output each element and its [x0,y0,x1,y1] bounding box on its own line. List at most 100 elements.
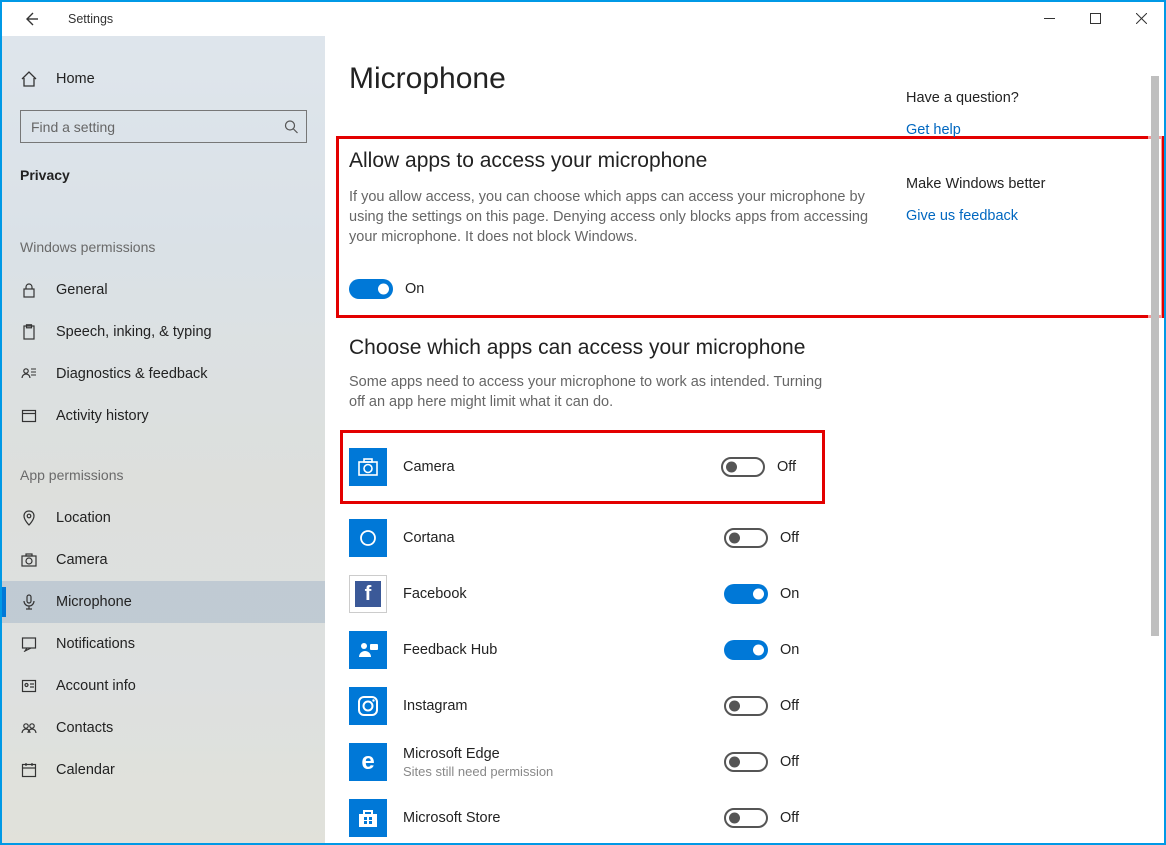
title-bar: Settings [2,2,1164,36]
sidebar-item-notifications[interactable]: Notifications [2,623,325,665]
app-row-store: Microsoft Store Off [349,790,819,843]
app-toggle-feedbackhub[interactable] [724,640,768,660]
sidebar-item-label: Contacts [56,720,113,736]
lock-icon [20,282,38,298]
sidebar-item-camera[interactable]: Camera [2,539,325,581]
app-name: Camera [403,459,721,475]
sidebar-item-diagnostics[interactable]: Diagnostics & feedback [2,353,325,395]
clipboard-icon [20,324,38,340]
app-toggle-facebook[interactable] [724,584,768,604]
app-list: Camera Off Cortana Off [349,430,819,843]
app-toggle-store[interactable] [724,808,768,828]
rail-question-title: Have a question? [906,90,1136,106]
app-name: Cortana [403,530,724,546]
app-toggle-state: Off [777,459,796,475]
app-toggle-camera[interactable] [721,457,765,477]
app-toggle-instagram[interactable] [724,696,768,716]
microphone-icon [20,594,38,610]
category-label: Privacy [2,163,325,187]
home-nav[interactable]: Home [2,62,325,96]
store-app-icon [349,799,387,837]
sidebar-item-label: General [56,282,108,298]
calendar-icon [20,762,38,778]
highlight-camera-row: Camera Off [340,430,825,504]
cortana-app-icon [349,519,387,557]
scrollbar-thumb[interactable] [1151,76,1159,636]
app-row-facebook: f Facebook On [349,566,819,622]
sidebar-item-label: Notifications [56,636,135,652]
sidebar-item-account[interactable]: Account info [2,665,325,707]
scrollbar-track[interactable] [1148,38,1162,841]
search-input[interactable] [20,110,307,143]
app-subtext: Sites still need permission [403,764,724,779]
app-row-cortana: Cortana Off [349,510,819,566]
sidebar-item-label: Diagnostics & feedback [56,366,208,382]
give-feedback-link[interactable]: Give us feedback [906,208,1136,224]
allow-access-toggle-state: On [405,281,424,297]
feedback-icon [20,366,38,382]
sidebar-item-general[interactable]: General [2,269,325,311]
close-button[interactable] [1118,2,1164,34]
sidebar-item-location[interactable]: Location [2,497,325,539]
allow-access-toggle[interactable] [349,279,393,299]
get-help-link[interactable]: Get help [906,122,1136,138]
maximize-button[interactable] [1072,2,1118,34]
app-row-feedbackhub: Feedback Hub On [349,622,819,678]
app-row-instagram: Instagram Off [349,678,819,734]
edge-app-icon: e [349,743,387,781]
group-label-windows-permissions: Windows permissions [2,235,325,259]
app-row-edge: e Microsoft Edge Sites still need permis… [349,734,819,790]
contacts-icon [20,720,38,736]
search-wrap [20,110,307,143]
allow-access-heading: Allow apps to access your microphone [349,149,899,173]
app-toggle-edge[interactable] [724,752,768,772]
sidebar-item-microphone[interactable]: Microphone [2,581,325,623]
notifications-icon [20,636,38,652]
history-icon [20,408,38,424]
app-name: Instagram [403,698,724,714]
app-row-camera: Camera Off [349,439,816,495]
search-icon [284,119,299,134]
app-toggle-state: On [780,642,799,658]
app-name: Feedback Hub [403,642,724,658]
facebook-app-icon: f [349,575,387,613]
camera-icon [20,552,38,568]
help-rail: Have a question? Get help Make Windows b… [906,90,1136,262]
camera-app-icon [349,448,387,486]
account-icon [20,678,38,694]
group-label-app-permissions: App permissions [2,463,325,487]
minimize-button[interactable] [1026,2,1072,34]
sidebar-item-activity[interactable]: Activity history [2,395,325,437]
allow-access-description: If you allow access, you can choose whic… [349,187,899,247]
sidebar-item-speech[interactable]: Speech, inking, & typing [2,311,325,353]
app-toggle-state: Off [780,698,799,714]
window-title: Settings [68,12,113,26]
feedbackhub-app-icon [349,631,387,669]
sidebar-item-calendar[interactable]: Calendar [2,749,325,791]
sidebar: Home Privacy Windows permissions General… [2,36,325,843]
choose-apps-description: Some apps need to access your microphone… [349,372,829,412]
app-toggle-state: On [780,586,799,602]
app-toggle-cortana[interactable] [724,528,768,548]
home-icon [20,70,38,88]
main-content: Microphone Allow apps to access your mic… [325,36,1164,843]
home-label: Home [56,71,95,87]
sidebar-item-label: Microphone [56,594,132,610]
sidebar-item-label: Calendar [56,762,115,778]
back-button[interactable] [16,4,46,34]
app-name: Microsoft Edge [403,746,724,762]
sidebar-item-label: Camera [56,552,108,568]
sidebar-item-label: Speech, inking, & typing [56,324,212,340]
instagram-app-icon [349,687,387,725]
app-toggle-state: Off [780,810,799,826]
rail-feedback-title: Make Windows better [906,176,1136,192]
app-name: Facebook [403,586,724,602]
app-toggle-state: Off [780,754,799,770]
choose-apps-heading: Choose which apps can access your microp… [349,336,1164,360]
sidebar-item-contacts[interactable]: Contacts [2,707,325,749]
app-toggle-state: Off [780,530,799,546]
location-icon [20,510,38,526]
sidebar-item-label: Location [56,510,111,526]
sidebar-item-label: Activity history [56,408,149,424]
sidebar-item-label: Account info [56,678,136,694]
